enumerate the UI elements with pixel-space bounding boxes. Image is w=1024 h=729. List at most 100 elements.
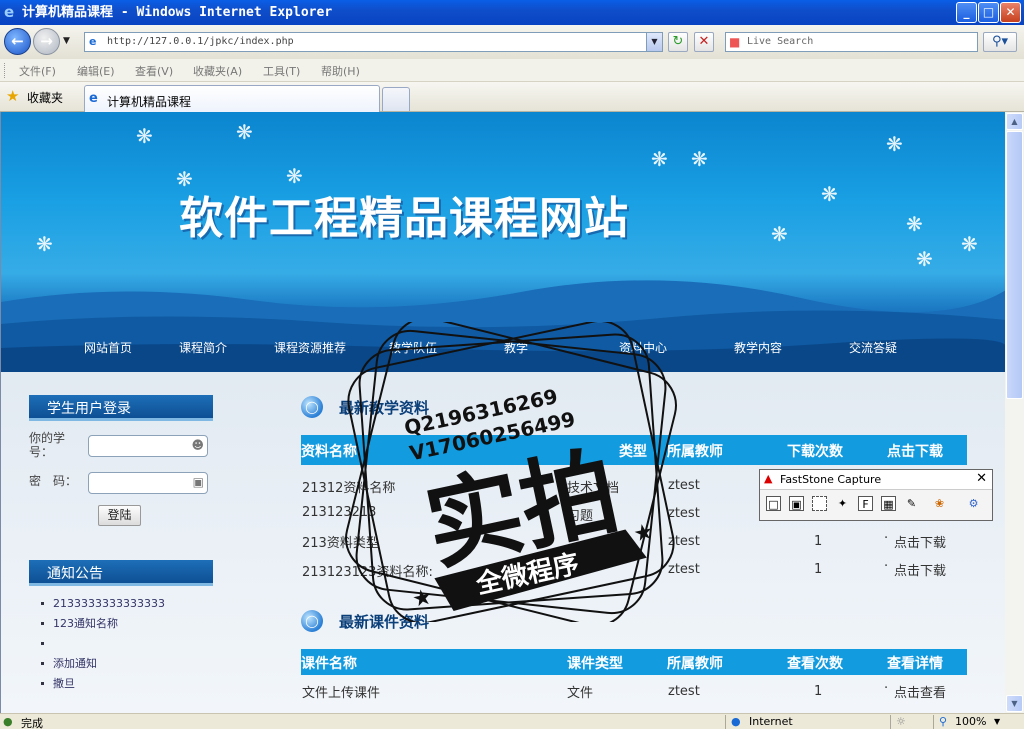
forward-button[interactable]: → xyxy=(33,28,60,55)
dandelion-seed-icon: ❋ xyxy=(36,232,53,256)
courseware-title: 最新课件资料 xyxy=(339,613,430,631)
notice-item[interactable]: 撒旦 xyxy=(41,676,165,696)
stop-button[interactable]: ✕ xyxy=(694,32,714,52)
faststone-close-icon[interactable]: ✕ xyxy=(976,471,987,486)
courseware-name[interactable]: 文件上传课件 xyxy=(302,682,380,701)
notice-header-text: 通知公告 xyxy=(47,566,103,582)
maximize-button[interactable]: □ xyxy=(978,2,999,23)
col-type: 课件类型 xyxy=(567,656,623,672)
capture-window-icon[interactable]: □ xyxy=(766,496,781,511)
courseware-type: 文件 xyxy=(567,686,594,701)
ie-window: e 计算机精品课程 - Windows Internet Explorer _ … xyxy=(0,0,1024,729)
material-name[interactable]: 213123213 xyxy=(302,505,376,520)
tab-active[interactable]: e 计算机精品课程 xyxy=(84,85,380,112)
search-field[interactable]: ■ Live Search xyxy=(725,32,978,52)
menu-edit[interactable]: 编辑(E) xyxy=(77,63,115,79)
nav-intro[interactable]: 课程简介 xyxy=(179,339,227,356)
window-title: 计算机精品课程 - Windows Internet Explorer xyxy=(22,5,333,20)
user-icon: ☻ xyxy=(191,438,204,452)
nav-materials-center[interactable]: 资料中心 xyxy=(619,339,667,356)
notice-item[interactable]: 2133333333333333 xyxy=(41,596,165,616)
menu-favorites[interactable]: 收藏夹(A) xyxy=(193,63,242,79)
back-button[interactable]: ← xyxy=(4,28,31,55)
bullet-icon: · xyxy=(884,531,889,546)
nav-team[interactable]: 教学队伍 xyxy=(389,339,437,356)
menu-grip-icon xyxy=(4,63,7,78)
material-type: 习题 xyxy=(567,509,594,524)
faststone-capture-panel: ▲ FastStone Capture ✕ □ ▣ ✦ F ▦ ✎ ❀ ⚙ xyxy=(759,469,993,521)
scroll-up-icon[interactable]: ▲ xyxy=(1006,113,1023,130)
palette-icon[interactable]: ❀ xyxy=(932,496,947,511)
nav-qa[interactable]: 交流答疑 xyxy=(849,339,897,356)
nav-home[interactable]: 网站首页 xyxy=(84,339,132,356)
login-button[interactable]: 登陆 xyxy=(98,505,141,526)
capture-region-icon[interactable] xyxy=(812,496,827,511)
col-downloads: 下载次数 xyxy=(787,444,843,460)
download-link[interactable]: 点击下载 xyxy=(894,560,946,579)
notice-list: 2133333333333333 123通知名称 添加通知 撒旦 xyxy=(41,596,165,696)
col-name: 资料名称 xyxy=(301,444,357,460)
refresh-button[interactable]: ↻ xyxy=(668,32,688,52)
faststone-titlebar: ▲ FastStone Capture ✕ xyxy=(760,470,992,490)
view-link[interactable]: 点击查看 xyxy=(894,682,946,701)
login-header-text: 学生用户登录 xyxy=(47,401,131,417)
material-teacher: ztest xyxy=(668,506,700,521)
faststone-title: FastStone Capture xyxy=(780,473,882,486)
bullet-icon: · xyxy=(884,681,889,696)
capture-fullscreen-icon[interactable]: F xyxy=(858,496,873,511)
material-teacher: ztest xyxy=(668,478,700,493)
page-viewport: ❋ ❋ ❋ ❋ ❋ ❋ ❋ ❋ ❋ ❋ ❋ ❋ ❋ 软件工程精品课程网站 网站首… xyxy=(0,112,1005,713)
minimize-button[interactable]: _ xyxy=(956,2,977,23)
nav-resources[interactable]: 课程资源推荐 xyxy=(274,339,346,356)
material-name[interactable]: 213资料类型 xyxy=(302,532,379,551)
capture-freehand-icon[interactable]: ✦ xyxy=(835,496,850,511)
site-nav: 网站首页 课程简介 课程资源推荐 教学队伍 教学 资料中心 教学内容 交流答疑 xyxy=(1,330,1005,370)
star-icon[interactable]: ★ xyxy=(6,87,19,105)
windows-logo-icon: ■ xyxy=(729,35,741,49)
tab-label: 计算机精品课程 xyxy=(107,95,192,109)
scroll-down-icon[interactable]: ▼ xyxy=(1006,695,1023,712)
menu-help[interactable]: 帮助(H) xyxy=(321,63,360,79)
close-button[interactable]: ✕ xyxy=(1000,2,1021,23)
site-title: 软件工程精品课程网站 xyxy=(179,193,629,244)
faststone-logo-icon: ▲ xyxy=(764,472,773,485)
zone-text: Internet xyxy=(749,715,793,728)
scroll-thumb[interactable] xyxy=(1006,131,1023,399)
notice-item[interactable]: 123通知名称 xyxy=(41,616,165,636)
material-name[interactable]: 21312资料名称 xyxy=(302,477,395,496)
history-dropdown-icon[interactable]: ▼ xyxy=(63,36,70,46)
courseware-teacher: ztest xyxy=(668,684,700,699)
capture-object-icon[interactable]: ▣ xyxy=(789,496,804,511)
student-id-input[interactable]: ☻ xyxy=(88,435,208,457)
search-button[interactable]: ⚲▾ xyxy=(983,32,1017,52)
nav-teaching[interactable]: 教学 xyxy=(504,339,528,356)
material-teacher: ztest xyxy=(668,562,700,577)
dandelion-seed-icon: ❋ xyxy=(236,120,253,144)
login-panel-header: 学生用户登录 xyxy=(29,395,213,421)
bullet-icon: · xyxy=(884,559,889,574)
color-picker-icon[interactable]: ✎ xyxy=(904,496,919,511)
address-value: http://127.0.0.1/jpkc/index.php xyxy=(107,36,294,47)
address-field[interactable]: e http://127.0.0.1/jpkc/index.php ▼ xyxy=(84,32,663,52)
notice-item[interactable]: 添加通知 xyxy=(41,656,165,676)
col-views: 查看次数 xyxy=(787,656,843,672)
settings-icon[interactable]: ⚙ xyxy=(966,496,981,511)
zoom-icon: ⚲ xyxy=(939,715,948,728)
download-link[interactable]: 点击下载 xyxy=(894,532,946,551)
notice-item[interactable] xyxy=(41,636,165,656)
new-tab-button[interactable] xyxy=(382,87,410,111)
menu-file[interactable]: 文件(F) xyxy=(19,63,56,79)
capture-scroll-icon[interactable]: ▦ xyxy=(881,496,896,511)
favorites-button[interactable]: 收藏夹 xyxy=(27,89,63,106)
menu-tools[interactable]: 工具(T) xyxy=(263,63,300,79)
password-input[interactable]: ▣ xyxy=(88,472,208,494)
vertical-scrollbar[interactable]: ▲ ▼ xyxy=(1005,112,1024,713)
nav-content[interactable]: 教学内容 xyxy=(734,339,782,356)
zoom-level[interactable]: 100% xyxy=(955,715,986,728)
material-type: 技术文档 xyxy=(567,481,620,496)
lock-icon: ▣ xyxy=(192,475,204,489)
zoom-dropdown-icon[interactable]: ▼ xyxy=(994,717,1000,726)
address-dropdown-icon[interactable]: ▼ xyxy=(646,33,662,51)
menu-view[interactable]: 查看(V) xyxy=(135,63,173,79)
material-name[interactable]: 213123123资料名称: xyxy=(302,561,433,580)
